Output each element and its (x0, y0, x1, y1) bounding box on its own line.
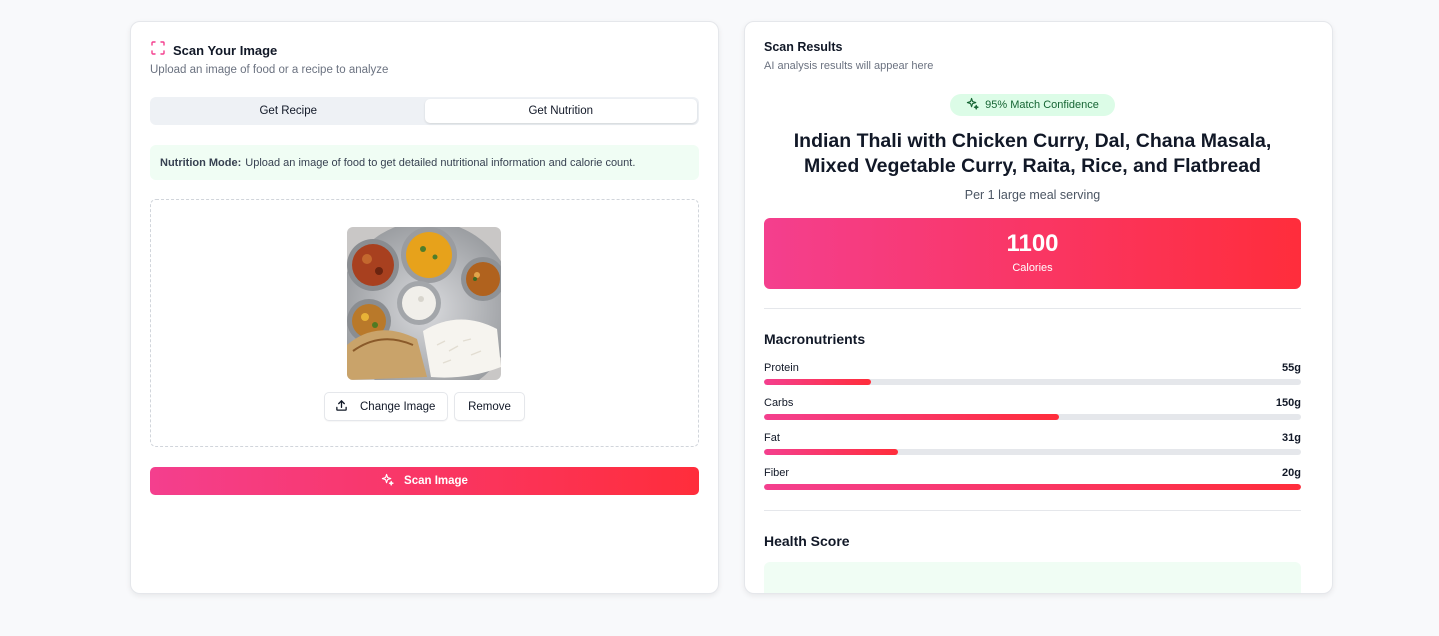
scan-panel-title: Scan Your Image (173, 43, 278, 58)
macro-name: Fat (764, 432, 780, 444)
upload-icon (335, 399, 348, 415)
macro-name: Carbs (764, 397, 794, 409)
macronutrients-title: Macronutrients (764, 331, 866, 347)
dish-name: Indian Thali with Chicken Curry, Dal, Ch… (793, 130, 1272, 177)
confidence-text: 95% Match Confidence (985, 99, 1099, 111)
change-image-label: Change Image (360, 400, 436, 413)
scan-panel-subtitle: Upload an image of food or a recipe to a… (150, 64, 389, 76)
results-title: Scan Results (764, 40, 843, 54)
macro-bar-track (764, 449, 1301, 455)
health-score-card (764, 562, 1301, 593)
health-score-title: Health Score (764, 533, 850, 549)
change-image-button[interactable]: Change Image (324, 392, 448, 421)
macro-value: 55g (1282, 362, 1301, 374)
scan-panel: Scan Your Image Upload an image of food … (130, 21, 719, 594)
macro-bar-fill (764, 449, 899, 455)
calories-label: Calories (1012, 262, 1053, 274)
food-image-preview (347, 227, 501, 380)
results-panel: Scan Results AI analysis results will ap… (744, 21, 1333, 594)
macro-row-protein: Protein 55g (764, 362, 1301, 386)
macro-value: 20g (1282, 467, 1301, 479)
sparkles-icon (381, 473, 394, 489)
macro-bar-track (764, 414, 1301, 420)
macro-bar-fill (764, 379, 872, 385)
macro-bar-track (764, 379, 1301, 385)
macro-bar-fill (764, 484, 1301, 490)
sparkles-icon (966, 97, 979, 113)
scan-frame-icon (150, 40, 166, 61)
macro-name: Protein (764, 362, 799, 374)
notice-text: Upload an image of food to get detailed … (245, 156, 636, 169)
macro-row-fat: Fat 31g (764, 432, 1301, 456)
calories-card: 1100 Calories (764, 218, 1301, 289)
notice-mode-label: Nutrition Mode: (160, 156, 242, 169)
results-subtitle: AI analysis results will appear here (764, 60, 934, 72)
scan-image-button[interactable]: Scan Image (150, 467, 699, 495)
macro-bar-track (764, 484, 1301, 490)
tab-get-nutrition[interactable]: Get Nutrition (424, 99, 697, 123)
macro-bar-fill (764, 414, 1060, 420)
mode-tabs: Get Recipe Get Nutrition (150, 97, 699, 125)
divider (764, 510, 1301, 511)
scan-image-label: Scan Image (404, 475, 468, 487)
calories-value: 1100 (1006, 230, 1059, 257)
macro-value: 150g (1275, 397, 1301, 409)
macro-row-carbs: Carbs 150g (764, 397, 1301, 421)
image-actions: Change Image Remove (324, 392, 525, 421)
nutrition-mode-notice: Nutrition Mode: Upload an image of food … (150, 145, 699, 180)
scan-panel-header: Scan Your Image (150, 40, 277, 61)
macro-value: 31g (1282, 432, 1301, 444)
image-dropzone[interactable]: Change Image Remove (150, 199, 699, 447)
divider (764, 308, 1301, 309)
remove-image-button[interactable]: Remove (454, 392, 525, 421)
macro-row-fiber: Fiber 20g (764, 467, 1301, 491)
serving-size: Per 1 large meal serving (964, 188, 1101, 202)
tab-get-recipe[interactable]: Get Recipe (152, 99, 425, 123)
confidence-badge: 95% Match Confidence (950, 94, 1115, 116)
macro-name: Fiber (764, 467, 790, 479)
